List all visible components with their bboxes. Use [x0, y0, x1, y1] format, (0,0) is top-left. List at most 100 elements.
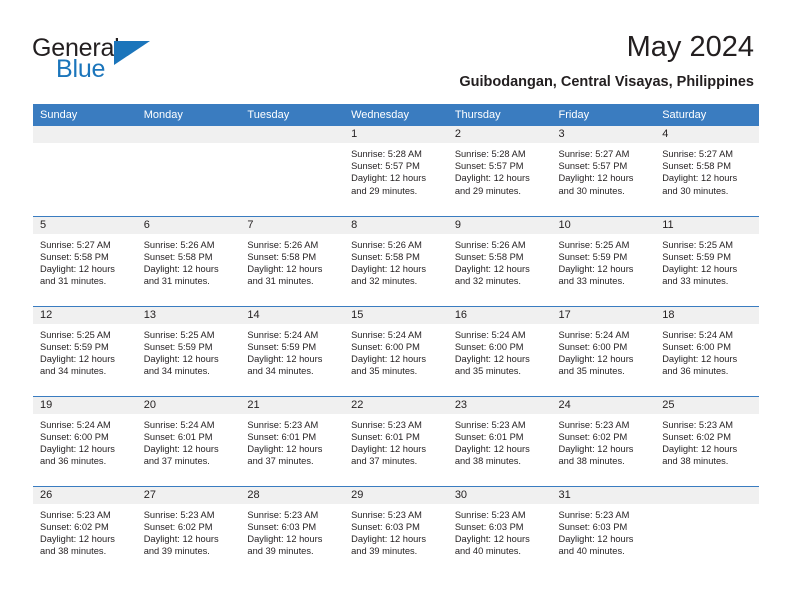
calendar-week-row: 5 Sunrise: 5:27 AM Sunset: 5:58 PM Daylight… [33, 215, 759, 306]
sunrise-text: Sunrise: 5:24 AM [558, 329, 630, 340]
day-details: Sunrise: 5:24 AM Sunset: 6:00 PM Daylight:… [33, 414, 137, 468]
day-number: 15 [344, 306, 448, 324]
day-details: Sunrise: 5:28 AM Sunset: 5:57 PM Daylight:… [344, 143, 448, 197]
day-details: Sunrise: 5:24 AM Sunset: 6:01 PM Daylight:… [137, 414, 241, 468]
calendar-day-cell[interactable]: 28 Sunrise: 5:23 AM Sunset: 6:03 PM Dayligh… [240, 485, 345, 576]
calendar-day-cell[interactable]: 3 Sunrise: 5:27 AM Sunset: 5:57 PM Daylight… [551, 126, 656, 216]
calendar-day-cell[interactable]: 16 Sunrise: 5:24 AM Sunset: 6:00 PM Dayligh… [447, 305, 552, 396]
sunset-text: Sunset: 6:02 PM [40, 521, 109, 532]
daylight-text: Daylight: 12 hours and 35 minutes. [454, 353, 530, 377]
day-number: 30 [447, 486, 552, 504]
sunset-text: Sunset: 6:00 PM [351, 341, 420, 352]
daylight-text: Daylight: 12 hours and 32 minutes. [454, 263, 530, 287]
daylight-text: Daylight: 12 hours and 35 minutes. [351, 353, 427, 377]
calendar-day-cell[interactable]: 27 Sunrise: 5:23 AM Sunset: 6:02 PM Dayligh… [136, 485, 241, 576]
day-number: 4 [655, 126, 759, 143]
day-number: 29 [344, 486, 448, 504]
day-cell-inner: 22 Sunrise: 5:23 AM Sunset: 6:01 PM Dayligh… [344, 396, 448, 486]
logo-text-blue: Blue [56, 55, 106, 83]
calendar-day-cell[interactable]: 31 Sunrise: 5:23 AM Sunset: 6:03 PM Dayligh… [551, 485, 656, 576]
calendar-week-row: 12 Sunrise: 5:25 AM Sunset: 5:59 PM Dayligh… [33, 305, 759, 396]
calendar-day-cell[interactable]: 6 Sunrise: 5:26 AM Sunset: 5:58 PM Daylight… [136, 215, 241, 306]
calendar-day-cell[interactable]: 20 Sunrise: 5:24 AM Sunset: 6:01 PM Dayligh… [136, 395, 241, 486]
calendar-day-cell[interactable]: 29 Sunrise: 5:23 AM Sunset: 6:03 PM Dayligh… [344, 485, 448, 576]
calendar-day-cell[interactable]: 11 Sunrise: 5:25 AM Sunset: 5:59 PM Dayligh… [655, 215, 759, 306]
sunset-text: Sunset: 6:02 PM [143, 521, 213, 532]
day-cell-inner: 4 Sunrise: 5:27 AM Sunset: 5:58 PM Daylight… [655, 126, 759, 215]
page-title: May 2024 [626, 31, 754, 63]
calendar-day-cell[interactable]: 22 Sunrise: 5:23 AM Sunset: 6:01 PM Dayligh… [344, 395, 448, 486]
sunrise-text: Sunrise: 5:24 AM [247, 329, 319, 340]
general-blue-logo[interactable]: General Blue [32, 36, 232, 90]
calendar-day-cell[interactable]: 15 Sunrise: 5:24 AM Sunset: 6:00 PM Dayligh… [344, 305, 448, 396]
calendar-day-cell[interactable]: 24 Sunrise: 5:23 AM Sunset: 6:02 PM Dayligh… [551, 395, 656, 486]
day-cell-inner: 11 Sunrise: 5:25 AM Sunset: 5:59 PM Dayligh… [655, 216, 759, 306]
calendar-day-cell[interactable]: 12 Sunrise: 5:25 AM Sunset: 5:59 PM Dayligh… [33, 305, 137, 396]
day-cell-inner: 31 Sunrise: 5:23 AM Sunset: 6:03 PM Dayligh… [551, 486, 656, 576]
sunset-text: Sunset: 5:58 PM [351, 251, 420, 262]
calendar-day-cell[interactable]: 14 Sunrise: 5:24 AM Sunset: 5:59 PM Dayligh… [240, 305, 345, 396]
day-details: Sunrise: 5:23 AM Sunset: 6:03 PM Daylight:… [240, 504, 344, 558]
day-details: Sunrise: 5:23 AM Sunset: 6:02 PM Daylight:… [137, 504, 241, 558]
day-details: Sunrise: 5:23 AM Sunset: 6:01 PM Daylight:… [448, 414, 552, 468]
calendar-day-cell[interactable]: 13 Sunrise: 5:25 AM Sunset: 5:59 PM Dayligh… [136, 305, 241, 396]
calendar-day-cell[interactable]: 21 Sunrise: 5:23 AM Sunset: 6:01 PM Dayligh… [240, 395, 345, 486]
title-block: May 2024 Guibodangan, Central Visayas, P… [459, 30, 754, 91]
day-number: 14 [240, 306, 345, 324]
day-cell-inner: 6 Sunrise: 5:26 AM Sunset: 5:58 PM Daylight… [136, 216, 241, 306]
calendar-day-cell[interactable]: 1 Sunrise: 5:28 AM Sunset: 5:57 PM Daylight… [344, 126, 448, 216]
sunrise-text: Sunrise: 5:25 AM [40, 329, 111, 340]
day-cell-inner: 28 Sunrise: 5:23 AM Sunset: 6:03 PM Dayligh… [240, 486, 345, 576]
calendar-day-cell[interactable]: 25 Sunrise: 5:23 AM Sunset: 6:02 PM Dayligh… [655, 395, 759, 486]
day-cell-inner: 15 Sunrise: 5:24 AM Sunset: 6:00 PM Dayligh… [344, 306, 448, 396]
sunrise-text: Sunrise: 5:26 AM [247, 239, 319, 250]
calendar-day-cell[interactable]: 5 Sunrise: 5:27 AM Sunset: 5:58 PM Daylight… [33, 215, 137, 306]
day-cell-inner: 23 Sunrise: 5:23 AM Sunset: 6:01 PM Dayligh… [447, 396, 552, 486]
calendar-day-cell[interactable]: 2 Sunrise: 5:28 AM Sunset: 5:57 PM Daylight… [447, 126, 552, 216]
day-details: Sunrise: 5:24 AM Sunset: 6:00 PM Daylight:… [552, 324, 656, 378]
calendar-day-cell[interactable]: 9 Sunrise: 5:26 AM Sunset: 5:58 PM Daylight… [447, 215, 552, 306]
day-cell-inner: 7 Sunrise: 5:26 AM Sunset: 5:58 PM Daylight… [240, 216, 345, 306]
calendar-day-cell[interactable]: 30 Sunrise: 5:23 AM Sunset: 6:03 PM Dayligh… [447, 485, 552, 576]
day-details: Sunrise: 5:27 AM Sunset: 5:58 PM Daylight:… [33, 234, 137, 288]
sunrise-text: Sunrise: 5:24 AM [351, 329, 422, 340]
calendar-day-cell[interactable]: 17 Sunrise: 5:24 AM Sunset: 6:00 PM Dayligh… [551, 305, 656, 396]
day-cell-inner: 30 Sunrise: 5:23 AM Sunset: 6:03 PM Dayligh… [447, 486, 552, 576]
calendar-day-cell[interactable]: 26 Sunrise: 5:23 AM Sunset: 6:02 PM Dayligh… [33, 485, 137, 576]
calendar-day-cell[interactable]: 4 Sunrise: 5:27 AM Sunset: 5:58 PM Daylight… [655, 126, 759, 216]
day-cell-inner [136, 126, 241, 215]
daylight-text: Daylight: 12 hours and 39 minutes. [143, 533, 219, 557]
daylight-text: Daylight: 12 hours and 40 minutes. [558, 533, 634, 557]
sunrise-text: Sunrise: 5:27 AM [40, 239, 111, 250]
calendar-header-row: Sunday Monday Tuesday Wednesday Thursday… [33, 104, 759, 126]
calendar-day-cell[interactable]: 23 Sunrise: 5:23 AM Sunset: 6:01 PM Dayligh… [447, 395, 552, 486]
calendar-day-cell[interactable]: 18 Sunrise: 5:24 AM Sunset: 6:00 PM Dayligh… [655, 305, 759, 396]
day-details: Sunrise: 5:24 AM Sunset: 5:59 PM Daylight:… [240, 324, 344, 378]
daylight-text: Daylight: 12 hours and 37 minutes. [247, 443, 323, 467]
calendar-day-cell[interactable]: 7 Sunrise: 5:26 AM Sunset: 5:58 PM Daylight… [240, 215, 345, 306]
calendar-cell-empty [240, 126, 345, 216]
day-cell-inner: 26 Sunrise: 5:23 AM Sunset: 6:02 PM Dayligh… [33, 486, 137, 576]
day-number: 3 [551, 126, 656, 143]
sunset-text: Sunset: 5:59 PM [247, 341, 317, 352]
sunset-text: Sunset: 5:58 PM [454, 251, 524, 262]
day-details: Sunrise: 5:25 AM Sunset: 5:59 PM Daylight:… [655, 234, 759, 288]
sunset-text: Sunset: 5:58 PM [40, 251, 109, 262]
day-number: 10 [551, 216, 656, 234]
day-details: Sunrise: 5:26 AM Sunset: 5:58 PM Daylight:… [240, 234, 344, 288]
sunset-text: Sunset: 6:03 PM [351, 521, 420, 532]
day-details: Sunrise: 5:26 AM Sunset: 5:58 PM Daylight:… [344, 234, 448, 288]
day-details: Sunrise: 5:26 AM Sunset: 5:58 PM Daylight:… [137, 234, 241, 288]
calendar-day-cell[interactable]: 10 Sunrise: 5:25 AM Sunset: 5:59 PM Dayligh… [551, 215, 656, 306]
calendar-day-cell[interactable]: 8 Sunrise: 5:26 AM Sunset: 5:58 PM Daylight… [344, 215, 448, 306]
sunrise-text: Sunrise: 5:27 AM [558, 149, 630, 159]
weekday-header-tuesday: Tuesday [240, 104, 345, 126]
day-cell-inner [655, 486, 759, 576]
day-number: 26 [33, 486, 137, 504]
daylight-text: Daylight: 12 hours and 31 minutes. [143, 263, 219, 287]
sunset-text: Sunset: 6:00 PM [558, 341, 628, 352]
calendar-day-cell[interactable]: 19 Sunrise: 5:24 AM Sunset: 6:00 PM Dayligh… [33, 395, 137, 486]
day-number: 28 [240, 486, 345, 504]
daylight-text: Daylight: 12 hours and 29 minutes. [351, 173, 427, 196]
day-number: 17 [551, 306, 656, 324]
